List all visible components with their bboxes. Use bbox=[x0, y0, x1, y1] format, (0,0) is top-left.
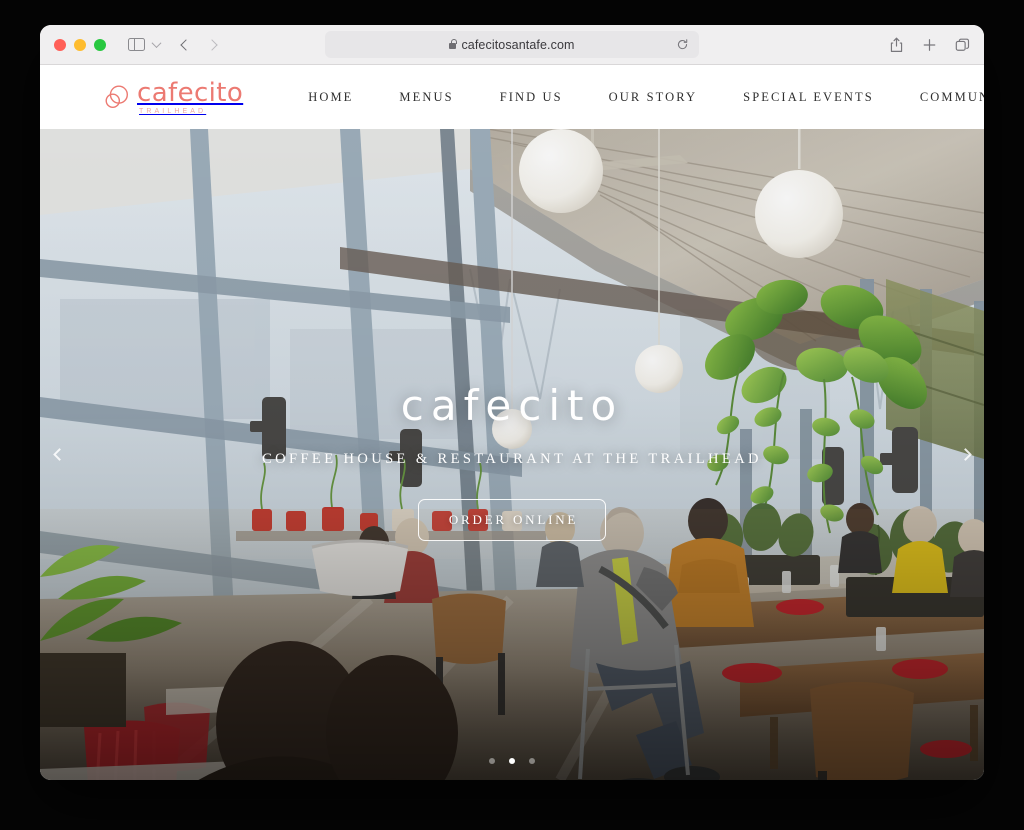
browser-nav-arrows bbox=[180, 38, 218, 51]
coffee-bean-logo-icon bbox=[105, 85, 129, 109]
hero-carousel: cafecito COFFEE HOUSE & RESTAURANT AT TH… bbox=[40, 129, 984, 780]
carousel-next-button[interactable] bbox=[952, 442, 978, 468]
hero-order-online-button[interactable]: ORDER ONLINE bbox=[417, 499, 607, 541]
carousel-dot-2[interactable] bbox=[509, 758, 515, 764]
nav-item-our-story[interactable]: OUR STORY bbox=[586, 90, 720, 105]
browser-toolbar: cafecitosantafe.com bbox=[40, 25, 984, 65]
forward-arrow-icon[interactable] bbox=[206, 38, 218, 51]
address-bar[interactable]: cafecitosantafe.com bbox=[325, 31, 699, 58]
toolbar-right-actions bbox=[889, 37, 970, 53]
tab-overview-icon[interactable] bbox=[955, 37, 970, 53]
carousel-prev-button[interactable] bbox=[46, 442, 72, 468]
minimize-window-button[interactable] bbox=[74, 38, 86, 51]
sidebar-toggle-button[interactable] bbox=[128, 37, 162, 52]
hero-title: cafecito bbox=[400, 381, 624, 430]
chevron-right-icon bbox=[958, 448, 972, 461]
site-logo[interactable]: cafecito TRAILHEAD bbox=[102, 80, 243, 115]
hero-content: cafecito COFFEE HOUSE & RESTAURANT AT TH… bbox=[40, 381, 984, 541]
site-header: cafecito TRAILHEAD HOME MENUS FIND US OU… bbox=[40, 65, 984, 129]
desktop-background: cafecitosantafe.com cafecito TRAILHEAD H… bbox=[0, 0, 1024, 830]
window-traffic-lights bbox=[54, 38, 106, 51]
maximize-window-button[interactable] bbox=[94, 38, 106, 51]
nav-item-community[interactable]: COMMUNITY bbox=[897, 90, 984, 105]
close-window-button[interactable] bbox=[54, 38, 66, 51]
reload-icon[interactable] bbox=[676, 38, 689, 51]
nav-item-menus[interactable]: MENUS bbox=[376, 90, 476, 105]
hero-subtitle: COFFEE HOUSE & RESTAURANT AT THE TRAILHE… bbox=[262, 451, 762, 467]
share-icon[interactable] bbox=[889, 37, 904, 53]
nav-item-home[interactable]: HOME bbox=[285, 90, 376, 105]
logo-subtitle: TRAILHEAD bbox=[139, 107, 207, 115]
chevron-down-icon[interactable] bbox=[151, 38, 162, 49]
carousel-dot-1[interactable] bbox=[489, 758, 495, 764]
plus-icon[interactable] bbox=[922, 37, 937, 53]
chevron-left-icon bbox=[52, 448, 66, 461]
carousel-dots bbox=[40, 758, 984, 764]
carousel-dot-3[interactable] bbox=[529, 758, 535, 764]
nav-item-special-events[interactable]: SPECIAL EVENTS bbox=[720, 90, 897, 105]
logo-word: cafecito bbox=[137, 77, 244, 108]
lock-icon bbox=[449, 38, 458, 49]
address-bar-content: cafecitosantafe.com bbox=[449, 38, 574, 52]
back-arrow-icon[interactable] bbox=[180, 38, 192, 51]
safari-browser-window: cafecitosantafe.com cafecito TRAILHEAD H… bbox=[40, 25, 984, 780]
logo-wordmark: cafecito TRAILHEAD bbox=[137, 80, 243, 115]
nav-item-find-us[interactable]: FIND US bbox=[477, 90, 586, 105]
primary-navigation: HOME MENUS FIND US OUR STORY SPECIAL EVE… bbox=[285, 80, 984, 115]
sidebar-icon bbox=[128, 37, 145, 52]
address-bar-url: cafecitosantafe.com bbox=[461, 37, 575, 52]
